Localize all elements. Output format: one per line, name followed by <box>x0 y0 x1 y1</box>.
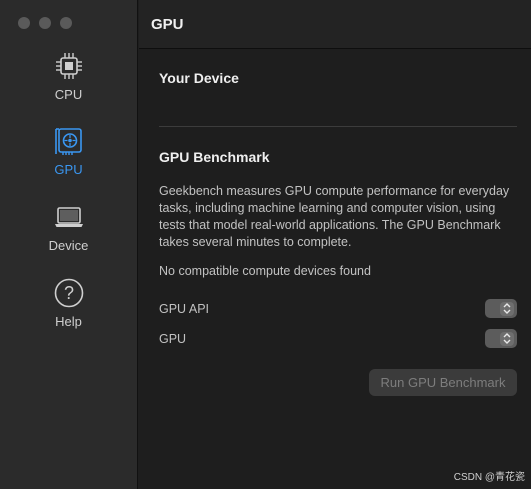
sidebar-item-label: Help <box>55 314 82 329</box>
minimize-window-button[interactable] <box>39 17 51 29</box>
gpu-api-select[interactable] <box>485 299 517 318</box>
cpu-icon <box>52 49 86 83</box>
gpu-select[interactable] <box>485 329 517 348</box>
laptop-icon <box>52 200 86 234</box>
benchmark-description: Geekbench measures GPU compute performan… <box>159 184 510 249</box>
status-message: No compatible compute devices found <box>159 264 371 278</box>
your-device-heading: Your Device <box>159 70 239 86</box>
watermark: CSDN @青花瓷 <box>453 472 525 483</box>
sidebar-item-label: Device <box>48 238 89 253</box>
svg-text:?: ? <box>63 283 73 303</box>
sidebar-item-help[interactable]: ? Help <box>0 276 137 329</box>
zoom-window-button[interactable] <box>60 17 72 29</box>
sidebar-item-cpu[interactable]: CPU <box>0 49 137 102</box>
close-window-button[interactable] <box>18 17 30 29</box>
sidebar-item-label: GPU <box>54 162 83 177</box>
gpu-benchmark-heading: GPU Benchmark <box>159 149 270 165</box>
sidebar-item-gpu[interactable]: GPU <box>0 124 137 177</box>
chevron-up-down-icon <box>500 301 514 316</box>
page-title: GPU <box>139 0 531 49</box>
question-icon: ? <box>52 276 86 310</box>
gpu-label: GPU <box>159 332 187 346</box>
window-controls <box>18 17 72 29</box>
sidebar-item-label: CPU <box>54 87 83 102</box>
sidebar-item-device[interactable]: Device <box>0 200 137 253</box>
sidebar: CPU GPU Device ? Help <box>0 0 138 489</box>
run-gpu-benchmark-button[interactable]: Run GPU Benchmark <box>369 369 517 396</box>
gpu-icon <box>52 124 86 158</box>
chevron-up-down-icon <box>500 331 514 346</box>
main-pane: GPU Your Device GPU Benchmark Geekbench … <box>139 0 531 489</box>
section-divider <box>159 126 517 127</box>
gpu-api-label: GPU API <box>159 302 210 316</box>
